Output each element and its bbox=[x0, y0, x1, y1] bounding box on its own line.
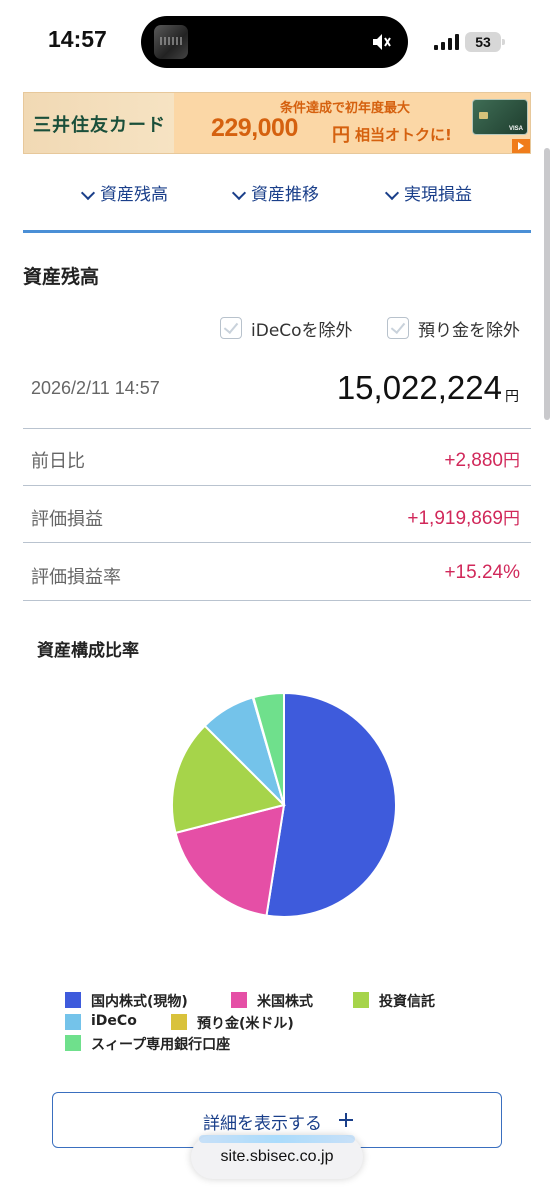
pie-slice-domestic-stock bbox=[265, 691, 398, 918]
address-bar-glow bbox=[199, 1135, 355, 1143]
legend-swatch bbox=[65, 1014, 81, 1030]
legend-label: スィープ専用銀行口座 bbox=[91, 1037, 231, 1053]
legend-label: 国内株式(現物) bbox=[91, 994, 188, 1010]
legend-swatch bbox=[171, 1014, 187, 1030]
legend-swatch bbox=[65, 1035, 81, 1051]
address-bar[interactable]: site.sbisec.co.jp bbox=[191, 1135, 363, 1179]
legend-label: iDeCo bbox=[91, 1013, 137, 1029]
legend-label: 米国株式 bbox=[257, 994, 313, 1010]
legend-swatch bbox=[353, 992, 369, 1008]
address-bar-url: site.sbisec.co.jp bbox=[220, 1148, 334, 1165]
legend-label: 投資信託 bbox=[379, 994, 435, 1010]
show-details-label: 詳細を表示する bbox=[203, 1114, 322, 1134]
legend-swatch bbox=[231, 992, 247, 1008]
legend-swatch bbox=[65, 992, 81, 1008]
legend-label: 預り金(米ドル) bbox=[197, 1016, 294, 1032]
plus-icon bbox=[339, 1113, 353, 1127]
